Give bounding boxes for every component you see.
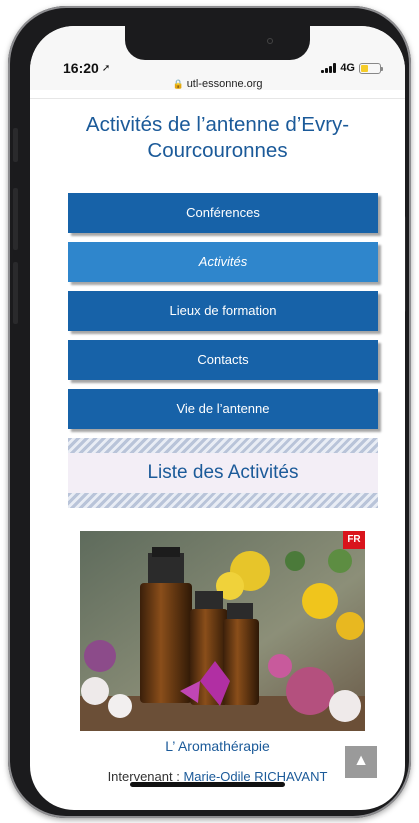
banner-stripe-top — [68, 438, 378, 453]
url-text: utl-essonne.org — [186, 78, 263, 90]
status-indicators: 4G — [321, 62, 383, 74]
speaker-name-link[interactable]: Marie-Odile RICHAVANT — [183, 769, 327, 783]
notch — [125, 26, 310, 60]
volume-up-button — [13, 188, 18, 250]
phone-screen: 16:20 ➚ 4G 🔒 utl-essonne.org Activités de… — [30, 26, 405, 810]
address-bar[interactable]: 🔒 utl-essonne.org — [30, 78, 405, 90]
nav-item-0[interactable]: Conférences — [68, 193, 378, 233]
status-time: 16:20 ➚ — [63, 60, 110, 76]
battery-icon — [359, 62, 383, 74]
nav-item-3[interactable]: Contacts — [68, 340, 378, 380]
signal-icon — [321, 63, 337, 73]
network-type: 4G — [340, 62, 355, 74]
triangle-up-icon: ▲ — [353, 752, 369, 769]
scroll-to-top-button[interactable]: ▲ — [345, 746, 377, 778]
location-arrow-icon: ➚ — [101, 62, 111, 74]
camera-icon — [267, 38, 273, 44]
aromatherapy-photo — [80, 531, 365, 731]
volume-down-button — [13, 262, 18, 324]
activity-image[interactable]: FR — [80, 531, 365, 731]
speaker-prefix: Intervenant : — [107, 769, 184, 783]
lock-icon: 🔒 — [172, 79, 184, 89]
language-badge: FR — [343, 531, 365, 549]
banner-stripe-bottom — [68, 493, 378, 508]
nav-item-4[interactable]: Vie de l’antenne — [68, 389, 378, 429]
address-divider — [30, 98, 405, 99]
nav-item-1[interactable]: Activités — [68, 242, 378, 282]
mute-switch — [13, 128, 18, 162]
nav-item-2[interactable]: Lieux de formation — [68, 291, 378, 331]
section-heading: Liste des Activités — [68, 453, 378, 493]
main-nav: Conférences Activités Lieux de formation Co… — [68, 193, 378, 438]
home-indicator[interactable] — [130, 782, 285, 787]
phone-frame: 16:20 ➚ 4G 🔒 utl-essonne.org Activités de… — [8, 6, 411, 818]
battery-level — [361, 64, 369, 72]
page-title: Activités de l’antenne d’Evry-Courcouron… — [85, 113, 350, 162]
time-text: 16:20 — [63, 60, 99, 76]
